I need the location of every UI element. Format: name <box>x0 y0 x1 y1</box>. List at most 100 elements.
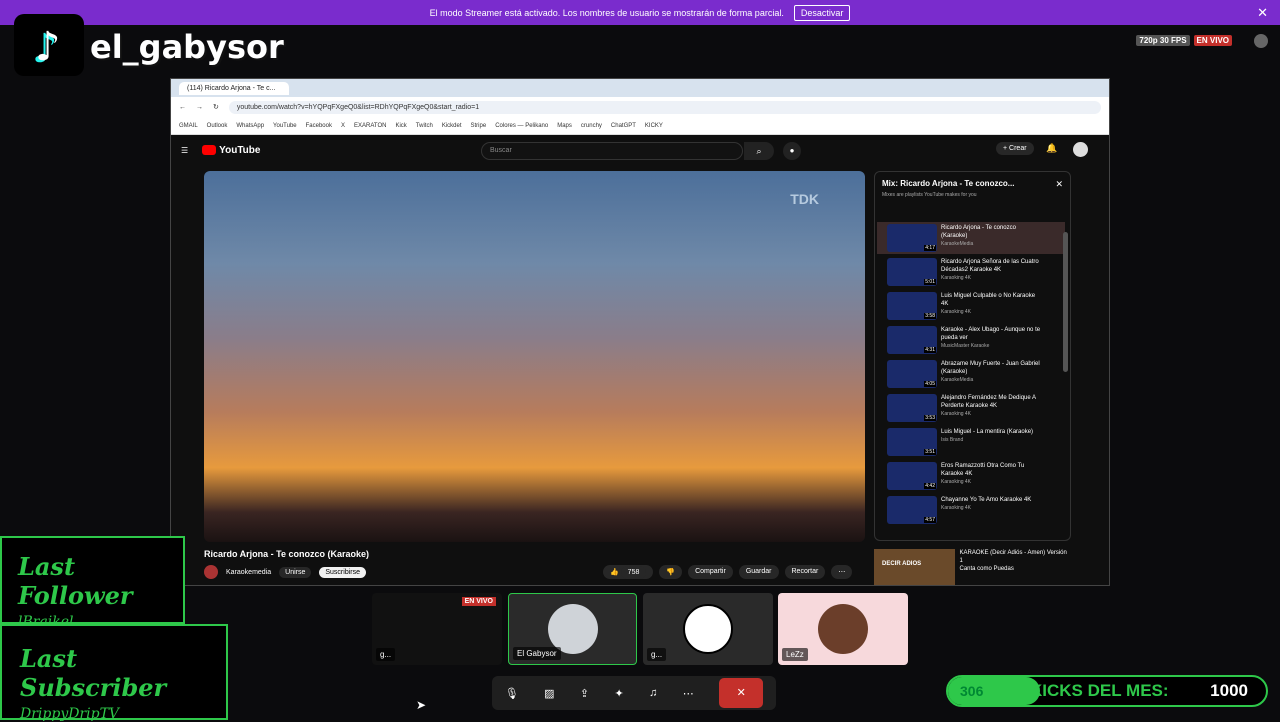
channel-link[interactable]: Karaokemedia <box>226 569 271 576</box>
playlist-panel: Mix: Ricardo Arjona - Te conozco... Mixe… <box>874 171 1071 541</box>
bookmark-item[interactable]: Stripe <box>471 123 487 129</box>
live-badge: EN VIVO <box>461 597 496 606</box>
playlist-item[interactable]: 4:17 Ricardo Arjona - Te conozco (Karaoke… <box>877 222 1065 254</box>
video-thumbnail: 4:17 <box>887 224 937 252</box>
menu-icon[interactable]: ☰ <box>181 146 188 155</box>
playlist-item[interactable]: 4:05 Abrazame Muy Fuerte - Juan Gabriel (… <box>877 358 1065 390</box>
tab-bar: (114) Ricardo Arjona - Te c... <box>171 79 1109 97</box>
last-subscriber-panel: Last Subscriber DrippyDripTV <box>0 624 228 722</box>
bookmark-item[interactable]: Maps <box>557 123 572 129</box>
item-channel: MusicMaster Karaoke <box>941 343 990 349</box>
camera-off-icon[interactable]: ▨ <box>544 687 554 700</box>
participant-name: g... <box>376 648 396 661</box>
activities-icon[interactable]: ✦ <box>615 687 624 700</box>
forward-icon[interactable]: → <box>196 104 203 111</box>
bookmarks-bar: GMAIL Outlook WhatsApp YouTube Facebook X EXAR… <box>171 117 1109 135</box>
participant-lezz[interactable]: LeZz <box>778 593 908 665</box>
bookmark-item[interactable]: Colores — Pelikano <box>495 123 548 129</box>
search-icon[interactable]: ⌕ <box>744 142 774 160</box>
mic-icon[interactable]: 🎙 <box>505 687 519 700</box>
soundboard-icon[interactable]: ♫ <box>649 687 657 699</box>
video-actions: 👍 758 👎 Compartir Guardar Recortar ⋯ <box>603 565 853 579</box>
dislike-button[interactable]: 👎 <box>659 565 683 579</box>
browser-tab[interactable]: (114) Ricardo Arjona - Te c... <box>179 81 289 95</box>
video-player[interactable]: TDK <box>204 171 865 542</box>
bookmark-item[interactable]: Kickdet <box>442 123 462 129</box>
like-button[interactable]: 👍 758 <box>603 565 654 579</box>
avatar <box>818 604 868 654</box>
more-icon[interactable]: ⋯ <box>831 565 853 579</box>
close-icon[interactable]: ✕ <box>1055 179 1063 190</box>
duration: 4:57 <box>924 517 936 523</box>
avatar[interactable] <box>1073 142 1088 157</box>
save-button[interactable]: Guardar <box>738 565 779 579</box>
channel-avatar[interactable] <box>204 565 218 579</box>
item-title: Ricardo Arjona - Te conozco (Karaoke) <box>941 225 1016 239</box>
playlist-item[interactable]: 4:31 Karaoke - Alex Ubago - Aunque no te … <box>877 324 1065 356</box>
playlist-item[interactable]: 3:51 Luis Miguel - La mentira (Karaoke) Is… <box>877 426 1065 458</box>
participant-name: El Gabysor <box>513 647 561 660</box>
chat-icon[interactable] <box>1254 34 1268 48</box>
bookmark-item[interactable]: Facebook <box>306 123 332 129</box>
create-button[interactable]: + Crear <box>996 142 1034 155</box>
bookmark-item[interactable]: crunchy <box>581 123 602 129</box>
recommended-video[interactable]: DECIR ADIOS KARAOKE (Decir Adiós - Amen)… <box>874 549 1071 585</box>
item-title: Alejandro Fernández Me Dedique A Perdert… <box>941 395 1036 409</box>
subscribe-button[interactable]: Suscribirse <box>319 566 366 578</box>
back-icon[interactable]: ← <box>179 104 186 111</box>
bookmark-item[interactable]: EXARATON <box>354 123 386 129</box>
stream-status: 720p 30 FPS EN VIVO <box>1136 35 1232 46</box>
call-toolbar: 🎙 ▨ ⇪ ✦ ♫ ⋯ ✕ <box>492 676 776 710</box>
playlist-item[interactable]: 3:53 Alejandro Fernández Me Dedique A Per… <box>877 392 1065 424</box>
bookmark-item[interactable]: X <box>341 123 345 129</box>
video-thumbnail: 3:53 <box>887 394 937 422</box>
avatar <box>683 604 733 654</box>
playlist-item[interactable]: 3:58 Luis Miguel Culpable o No Karaoke 4K… <box>877 290 1065 322</box>
live-badge: EN VIVO <box>1193 35 1232 46</box>
url-field[interactable]: youtube.com/watch?v=hYQPqFXgeQ0&list=RDh… <box>228 100 1101 114</box>
item-title: Karaoke - Alex Ubago - Aunque no te pued… <box>941 327 1041 341</box>
clip-button[interactable]: Recortar <box>784 565 826 579</box>
svg-text:♪: ♪ <box>35 24 61 70</box>
share-screen-icon[interactable]: ⇪ <box>580 687 589 700</box>
duration: 3:51 <box>924 449 936 455</box>
playlist-subtitle: Mixes are playlists YouTube makes for yo… <box>882 192 977 198</box>
scrollbar[interactable] <box>1063 232 1068 372</box>
bookmark-item[interactable]: GMAIL <box>179 123 198 129</box>
tiktok-logo: ♪ ♪ <box>14 14 84 76</box>
video-thumbnail: 4:05 <box>887 360 937 388</box>
bookmark-item[interactable]: ChatGPT <box>611 123 636 129</box>
bookmark-item[interactable]: Outlook <box>207 123 228 129</box>
banner-text: El modo Streamer está activado. Los nomb… <box>429 7 784 18</box>
channel-row: Karaokemedia Unirse Suscribirse <box>204 565 366 579</box>
video-watermark: TDK <box>790 191 819 207</box>
bookmark-item[interactable]: YouTube <box>273 123 297 129</box>
bookmark-item[interactable]: Kick <box>395 123 406 129</box>
playlist-item[interactable]: 4:42 Eros Ramazzotti Otra Como Tu Karaoke… <box>877 460 1065 492</box>
deactivate-button[interactable]: Desactivar <box>793 4 851 21</box>
duration: 4:31 <box>924 347 936 353</box>
bookmark-item[interactable]: Twitch <box>416 123 433 129</box>
participant-screen-share[interactable]: EN VIVO g... <box>372 593 502 665</box>
search-input[interactable]: Buscar <box>481 142 743 160</box>
bookmark-item[interactable]: KICKY <box>645 123 663 129</box>
video-thumbnail: 3:58 <box>887 292 937 320</box>
video-thumbnail: 4:57 <box>887 496 937 524</box>
playlist-item[interactable]: 4:57 Chayanne Yo Te Amo Karaoke 4K Karaoki… <box>877 494 1065 526</box>
close-icon[interactable]: ✕ <box>1257 5 1268 21</box>
join-button[interactable]: Unirse <box>279 566 312 578</box>
leave-call-button[interactable]: ✕ <box>719 678 764 708</box>
youtube-logo[interactable]: YouTube <box>202 145 260 156</box>
share-button[interactable]: Compartir <box>688 565 733 579</box>
item-title: Abrazame Muy Fuerte - Juan Gabriel (Kara… <box>941 361 1040 375</box>
last-follower-panel: Last Follower lBraikel <box>0 536 185 630</box>
reload-icon[interactable]: ↻ <box>213 103 219 111</box>
mic-icon[interactable]: ● <box>783 142 801 160</box>
participant-card[interactable]: g... <box>643 593 773 665</box>
duration: 5:01 <box>924 279 936 285</box>
playlist-item[interactable]: 5:01 Ricardo Arjona Señora de las Cuatro … <box>877 256 1065 288</box>
bell-icon[interactable]: 🔔 <box>1046 143 1057 154</box>
bookmark-item[interactable]: WhatsApp <box>236 123 264 129</box>
participant-el-gabysor[interactable]: El Gabysor <box>508 593 637 665</box>
more-icon[interactable]: ⋯ <box>683 687 694 700</box>
